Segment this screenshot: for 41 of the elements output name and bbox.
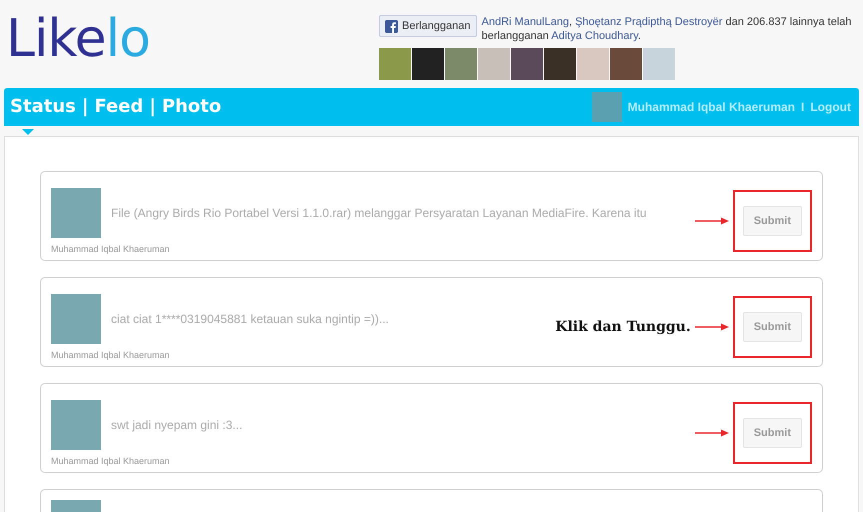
submit-button[interactable]: Submit xyxy=(742,418,802,448)
post-text: ciat ciat 1****0319045881 ketauan suka ngintip =))... xyxy=(111,312,390,326)
post-text: File (Angry Birds Rio Portabel Versi 1.1.0.rar) melanggar Persyaratan Layanan MediaFire. Karena itu xyxy=(111,206,648,220)
subscriber-photo[interactable] xyxy=(478,48,510,80)
nav-separator: | xyxy=(82,95,88,119)
facebook-icon xyxy=(385,20,398,32)
annotation-arrow-icon xyxy=(694,429,729,437)
annotation-arrow-icon xyxy=(694,217,729,225)
subscribers-text: AndRi ManulLang, Şhoętanz Prądipthą Destroyër dan 206.837 lainnya telah berlangganan Aditya Choudhary. xyxy=(482,15,853,43)
subscriber-photo[interactable] xyxy=(412,48,444,80)
nav-link[interactable]: Feed xyxy=(94,96,144,117)
avatar-photo xyxy=(51,400,101,450)
logo[interactable]: Likelo xyxy=(6,4,150,88)
subscriber-photo[interactable] xyxy=(643,48,675,80)
annotation-note: Klik dan Tunggu. xyxy=(555,319,691,335)
user-separator: I xyxy=(801,100,804,114)
nav-separator: | xyxy=(149,95,156,119)
user-name: Muhammad Iqbal Khaeruman xyxy=(628,100,795,114)
user-avatar-photo xyxy=(592,92,622,122)
nav-link[interactable]: Status xyxy=(10,96,76,117)
subscribe-button[interactable]: Berlangganan xyxy=(379,15,477,37)
author-name: Muhammad Iqbal Khaeruman xyxy=(51,244,171,254)
submit-button[interactable]: Submit xyxy=(742,206,802,236)
subscriber-photo[interactable] xyxy=(610,48,642,80)
subscriber-photo[interactable] xyxy=(511,48,543,80)
nav-link[interactable]: Photo xyxy=(162,96,222,117)
subscriber-photo[interactable] xyxy=(577,48,609,80)
author-name: Muhammad Iqbal Khaeruman xyxy=(51,456,171,466)
avatar-photo xyxy=(51,294,101,344)
avatar-photo xyxy=(51,188,101,238)
submit-button[interactable]: Submit xyxy=(742,312,802,342)
annotation-arrow-icon xyxy=(694,323,729,331)
logout-link[interactable]: Logout xyxy=(810,100,851,114)
subscriber-photo[interactable] xyxy=(379,48,411,80)
profile-link[interactable]: AndRi ManulLang xyxy=(482,16,569,28)
subscriber-photo[interactable] xyxy=(445,48,477,80)
post-text: swt jadi nyepam gini :3... xyxy=(111,418,244,432)
author-name: Muhammad Iqbal Khaeruman xyxy=(51,350,171,360)
subscriber-photo[interactable] xyxy=(544,48,576,80)
profile-link[interactable]: Aditya Choudhary xyxy=(551,30,638,42)
profile-link[interactable]: Şhoętanz Prądipthą Destroyër xyxy=(575,16,722,28)
